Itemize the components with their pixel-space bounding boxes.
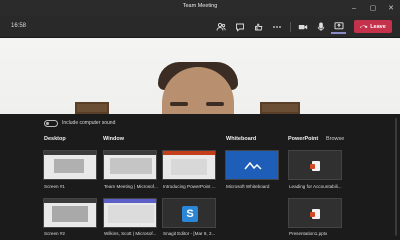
more-icon[interactable] [270,20,284,34]
meeting-timer: 16:58 [11,23,27,29]
window-titlebar: Team Meeting – ▢ ✕ [0,0,400,16]
share-panel-scrollbar[interactable] [395,118,397,236]
screen-2-label: Screen #2 [44,231,65,236]
share-icon [334,22,343,30]
section-desktop: Desktop [44,136,66,142]
ppt-file-icon [310,161,320,171]
section-whiteboard: Whiteboard [226,136,257,142]
toolbar-divider [290,22,291,32]
leave-label: Leave [370,23,386,30]
screen-2-thumbnail[interactable] [43,198,97,228]
window-powerpoint-label: Introducing PowerPoint ... [163,184,216,189]
screen-1-thumbnail[interactable] [43,150,97,180]
mic-icon[interactable] [314,20,328,34]
video-feed [0,38,400,114]
phone-icon [360,25,368,29]
ppt-leading-label: Leading for Accountabili... [289,184,342,189]
screen-1-label: Screen #1 [44,184,65,189]
window-wilkins-label: Wilkins, Scott | Microsof... [104,231,157,236]
section-window: Window [103,136,125,142]
participant-brow-left [170,102,188,106]
window-snagit-label: Snagit Editor - [Mar 8, 2... [163,231,216,236]
whiteboard-label: Microsoft Whiteboard [226,184,270,189]
camera-icon[interactable] [296,20,310,34]
share-button[interactable] [331,20,346,34]
window-team-meeting-thumbnail[interactable] [103,150,157,180]
window-title: Team Meeting [182,3,218,9]
window-snagit-thumbnail[interactable]: S [162,198,216,228]
wall-frame-right [260,102,300,114]
window-team-meeting-label: Team Meeting | Microsof... [104,184,158,189]
ppt-leading-thumbnail[interactable] [288,150,342,180]
minimize-icon[interactable]: – [345,0,363,16]
wall-frame-left [75,102,109,114]
ppt-presentation1-thumbnail[interactable] [288,198,342,228]
whiteboard-icon [244,161,262,170]
section-powerpoint: PowerPoint [288,136,319,142]
whiteboard-thumbnail[interactable] [225,150,279,180]
ppt-presentation1-label: Presentation1.pptx [289,231,328,236]
leave-button[interactable]: Leave [354,20,392,33]
close-icon[interactable]: ✕ [382,0,400,16]
window-wilkins-thumbnail[interactable] [103,198,157,228]
participant-brow-right [206,102,224,106]
snagit-icon: S [182,206,198,222]
meeting-toolbar: 16:58 Leave [0,16,400,38]
browse-link[interactable]: Browse [326,136,344,142]
chat-icon[interactable] [233,20,247,34]
share-panel: Include computer sound Desktop Window Wh… [0,114,400,240]
include-sound-toggle[interactable] [44,120,58,127]
include-sound-label: Include computer sound [62,120,116,126]
ppt-file-icon [310,209,320,219]
participants-icon[interactable] [214,20,228,34]
maximize-icon[interactable]: ▢ [364,0,382,16]
reactions-icon[interactable] [252,20,266,34]
window-powerpoint-thumbnail[interactable] [162,150,216,180]
